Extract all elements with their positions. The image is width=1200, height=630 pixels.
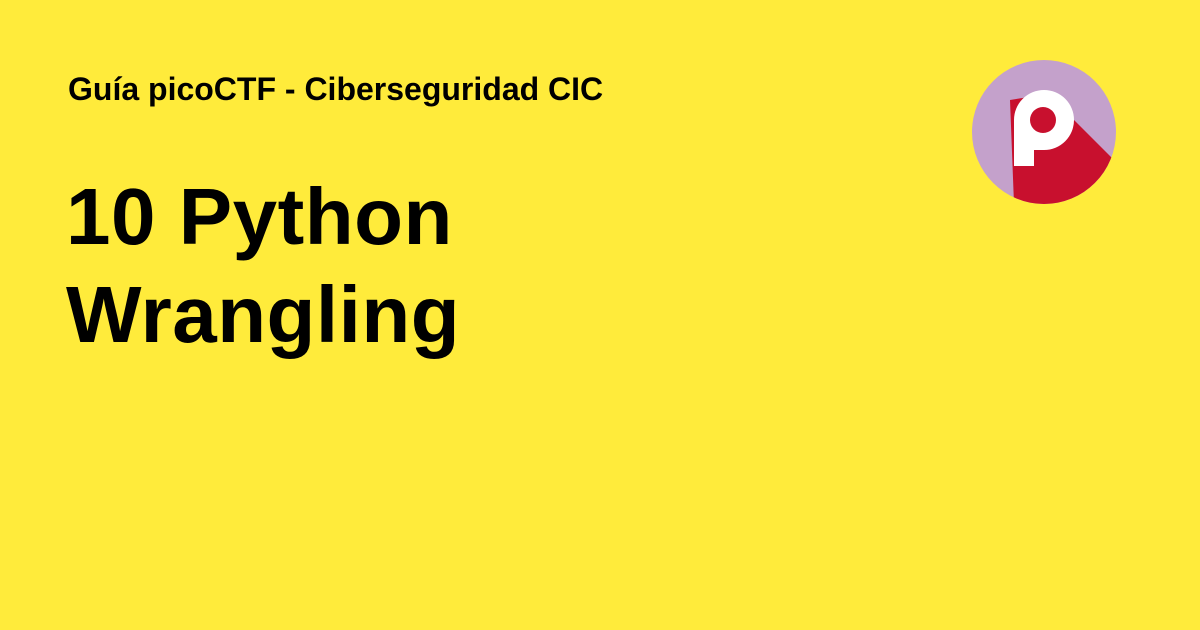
logo-svg xyxy=(972,60,1116,204)
p-letter-logo-icon xyxy=(972,60,1116,204)
page-title: 10 Python Wrangling xyxy=(66,168,460,364)
title-line-1: 10 Python xyxy=(66,172,453,261)
site-subtitle: Guía picoCTF - Ciberseguridad CIC xyxy=(68,71,604,107)
title-line-2: Wrangling xyxy=(66,270,461,359)
social-card: Guía picoCTF - Ciberseguridad CIC 10 Pyt… xyxy=(0,0,1200,630)
logo-letter-counter xyxy=(1030,107,1056,133)
